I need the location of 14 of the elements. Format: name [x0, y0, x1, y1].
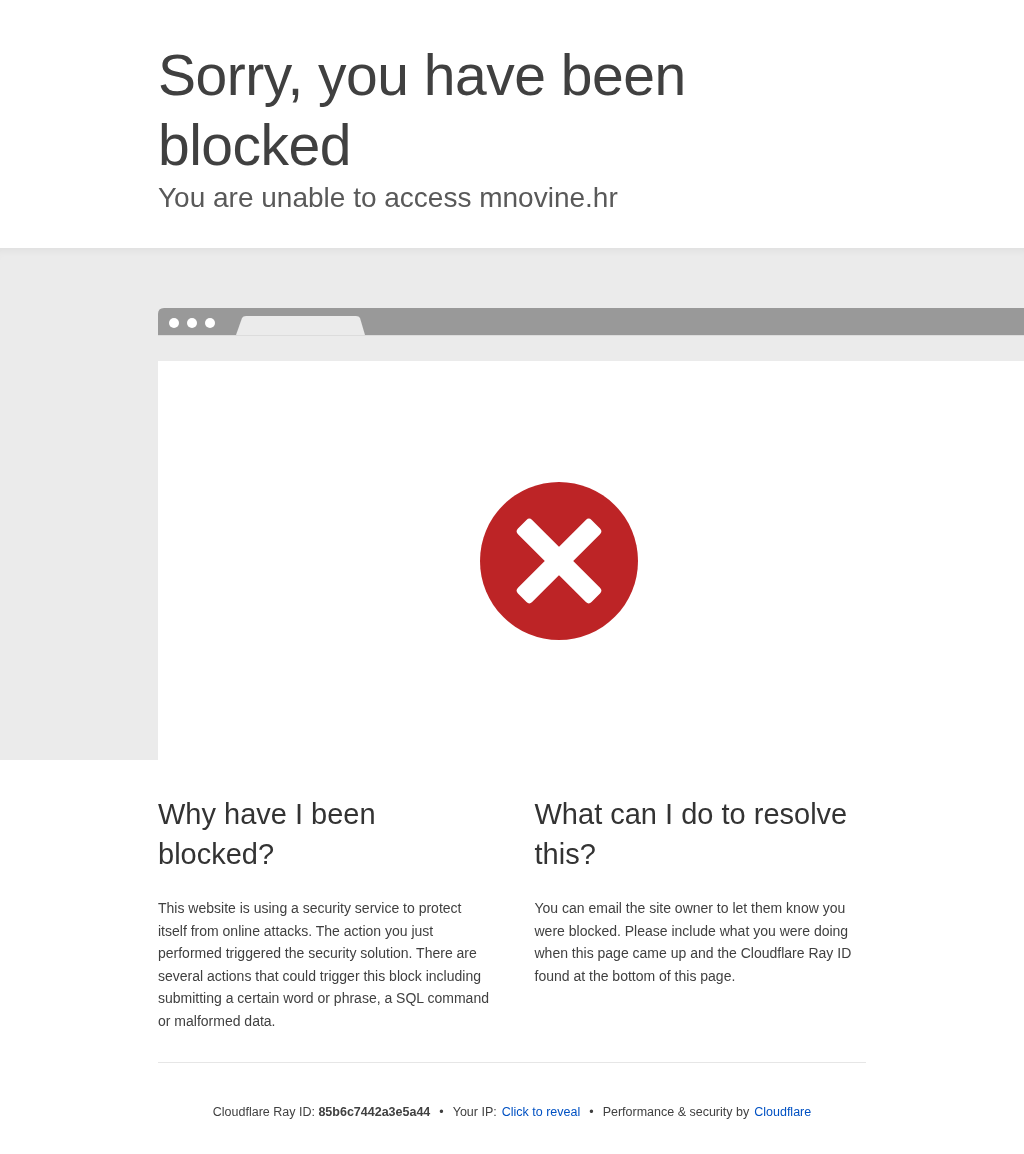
section-heading: Why have I been blocked?: [158, 797, 377, 872]
page-title: Sorry, you have been blocked: [158, 42, 687, 179]
ray-id: Cloudflare Ray ID: 85b6c7442a3e5a44: [212, 1105, 431, 1119]
section-text: You can email the site owner to let them know you were blocked. Please include what you were doing when this page came up and the Cloudflare Ray ID found at the bottom of this page.: [534, 899, 853, 986]
ip-label: Your IP:: [452, 1105, 497, 1119]
reveal-ip-link[interactable]: Click to reveal: [501, 1105, 581, 1119]
performance-text: Performance & security by: [602, 1105, 750, 1119]
section-heading: What can I do to resolve this?: [534, 797, 849, 872]
section-text: This website is using a security service to protect itself from online attacks. The action you just performed triggered the security solution. There are several actions that could trigger this block including submitting a certain word or phrase, a SQL command or malformed data.: [158, 899, 490, 1031]
bullet-separator: •: [439, 1105, 444, 1119]
cloudflare-link[interactable]: Cloudflare: [754, 1105, 812, 1119]
page-subtitle: You are unable to access mnovine.hr: [158, 181, 619, 215]
error-icon: [478, 480, 639, 641]
bullet-separator: •: [589, 1105, 594, 1119]
